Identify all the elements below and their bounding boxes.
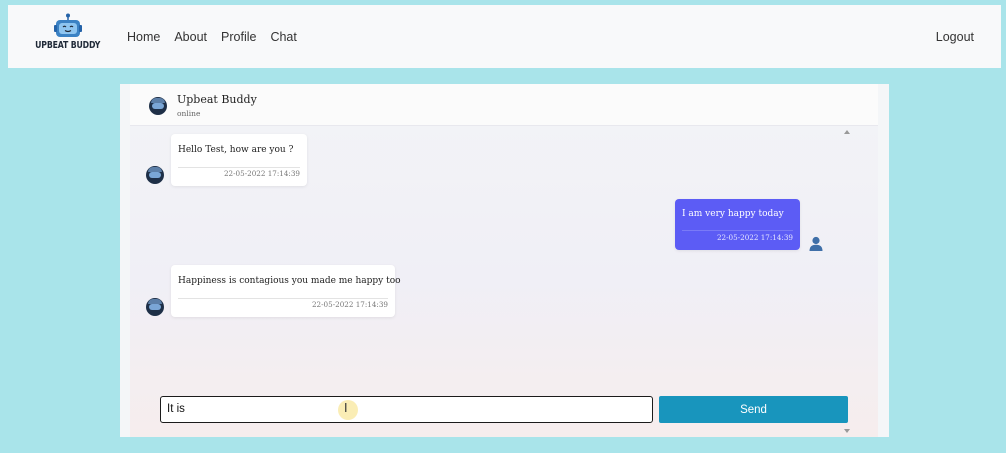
send-button[interactable]: Send xyxy=(659,396,848,423)
nav-link-profile[interactable]: Profile xyxy=(214,30,263,44)
nav-link-about[interactable]: About xyxy=(167,30,214,44)
message-timestamp: 22-05-2022 17:14:39 xyxy=(223,169,300,178)
chat-partner-name: Upbeat Buddy xyxy=(177,93,257,106)
message-timestamp: 22-05-2022 17:14:39 xyxy=(311,300,388,309)
text-cursor-icon: I xyxy=(344,401,348,415)
message-text: Hello Test, how are you ? xyxy=(178,145,294,155)
message-input-value: It is xyxy=(167,403,185,415)
chat-container: Upbeat Buddy online Hello Test, how are … xyxy=(120,84,889,437)
brand-name: UPBEAT BUDDY xyxy=(35,40,101,51)
navbar: UPBEAT BUDDY Home About Profile Chat Log… xyxy=(8,5,1001,68)
message-timestamp: 22-05-2022 17:14:39 xyxy=(716,233,793,242)
nav-links: Home About Profile Chat xyxy=(120,5,304,68)
bot-message: Happiness is contagious you made me happ… xyxy=(171,265,401,317)
nav-link-chat[interactable]: Chat xyxy=(263,30,303,44)
message-divider xyxy=(178,167,300,168)
scroll-up-arrow-icon[interactable] xyxy=(844,130,850,134)
chat-partner-status: online xyxy=(177,109,201,118)
scroll-down-arrow-icon[interactable] xyxy=(844,429,850,433)
chat-scrollbar[interactable] xyxy=(842,128,853,435)
user-message: I am very happy today 22-05-2022 17:14:3… xyxy=(675,199,800,250)
message-divider xyxy=(682,230,793,231)
bot-message: Hello Test, how are you ? 22-05-2022 17:… xyxy=(171,134,307,186)
mouse-cursor-highlight xyxy=(338,400,358,420)
bot-avatar xyxy=(149,97,167,115)
message-text: I am very happy today xyxy=(682,209,784,219)
chat-card: Upbeat Buddy online Hello Test, how are … xyxy=(130,84,878,437)
robot-icon xyxy=(54,13,82,37)
user-icon xyxy=(809,236,823,251)
logout-link[interactable]: Logout xyxy=(936,5,974,68)
brand-logo[interactable]: UPBEAT BUDDY xyxy=(35,13,101,61)
bot-avatar xyxy=(146,298,164,316)
chat-header: Upbeat Buddy online xyxy=(130,84,878,126)
bot-avatar xyxy=(146,166,164,184)
nav-link-home[interactable]: Home xyxy=(120,30,167,44)
message-divider xyxy=(178,298,388,299)
message-input[interactable]: It is xyxy=(160,396,653,423)
message-text: Happiness is contagious you made me happ… xyxy=(178,276,401,286)
